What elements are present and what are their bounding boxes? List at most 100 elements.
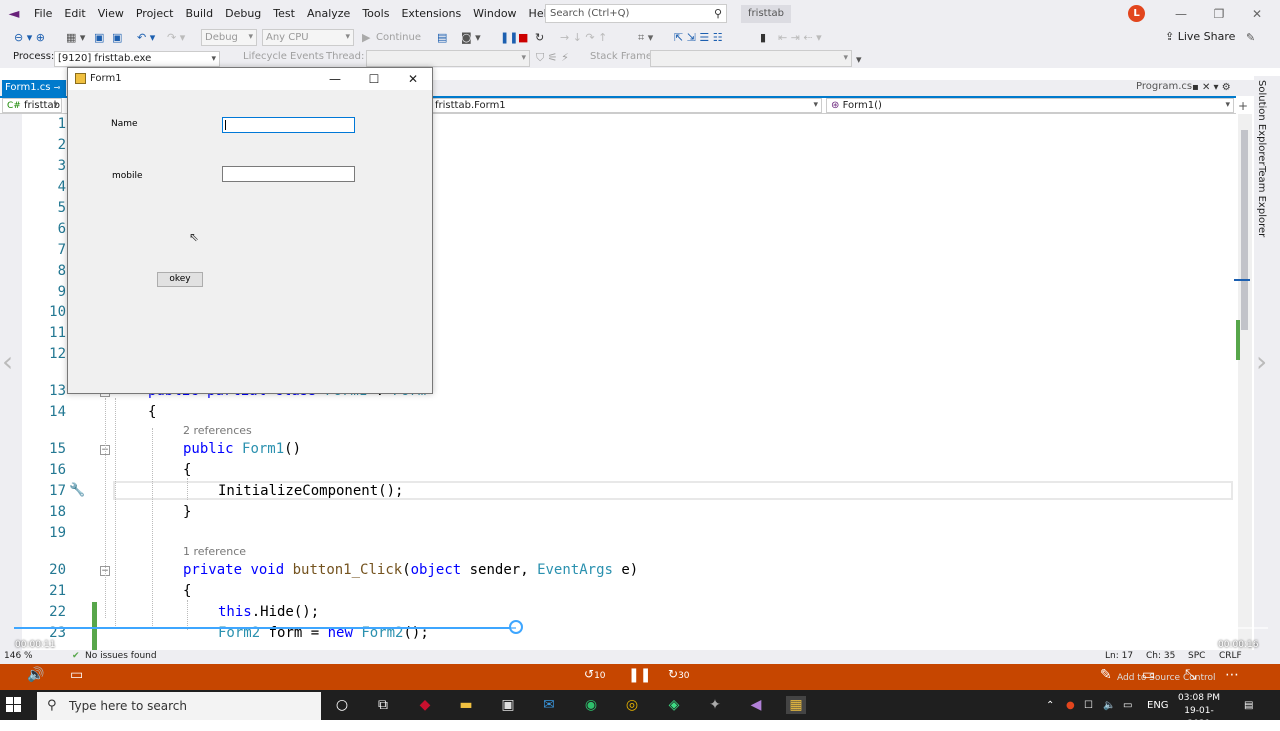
- platform-combo[interactable]: Any CPU: [262, 29, 354, 46]
- redo-icon[interactable]: ↷ ▾: [167, 30, 185, 46]
- language-indicator[interactable]: ENG: [1147, 700, 1169, 711]
- menu-build[interactable]: Build: [179, 0, 219, 28]
- more-options-icon[interactable]: ⋯: [1225, 667, 1239, 683]
- stop-icon[interactable]: ■: [518, 30, 528, 46]
- tab-controls[interactable]: ▪ ✕ ▾ ⚙: [1192, 80, 1231, 96]
- menu-file[interactable]: File: [28, 0, 58, 28]
- video-progress-played[interactable]: [14, 627, 516, 629]
- class-combo[interactable]: fristtab.Form1: [430, 98, 822, 113]
- line-ending[interactable]: CRLF: [1219, 651, 1242, 661]
- pause-video-icon[interactable]: ❚❚: [628, 667, 651, 683]
- menu-debug[interactable]: Debug: [219, 0, 267, 28]
- tab-form1-cs[interactable]: Form1.cs ⊸: [2, 80, 66, 96]
- mcafee-icon[interactable]: ◆: [415, 696, 435, 714]
- continue-icon[interactable]: ▶: [362, 30, 370, 46]
- team-explorer-tab[interactable]: Team Explorer: [1256, 166, 1267, 237]
- menu-project[interactable]: Project: [130, 0, 180, 28]
- zoom-level[interactable]: 146 %: [4, 651, 33, 661]
- visual-studio-taskbar-icon[interactable]: ◀: [746, 696, 766, 714]
- spacing-mode[interactable]: SPC: [1188, 651, 1205, 661]
- undo-icon[interactable]: ↶ ▾: [137, 30, 155, 46]
- form1-title-bar[interactable]: Form1 — ☐ ✕: [68, 68, 432, 90]
- video-next-arrow-icon[interactable]: ›: [1256, 345, 1267, 378]
- video-progress-remaining[interactable]: [516, 627, 1268, 629]
- scrollbar-thumb[interactable]: [1241, 130, 1248, 330]
- split-icon[interactable]: +: [1238, 98, 1248, 114]
- tab-program-cs[interactable]: Program.cs: [1136, 81, 1192, 92]
- codelens-references[interactable]: 1 reference: [183, 545, 246, 558]
- battery-icon[interactable]: ▭: [1123, 700, 1132, 711]
- menu-window[interactable]: Window: [467, 0, 522, 28]
- cast-icon[interactable]: ▭: [1142, 667, 1155, 683]
- mail-icon[interactable]: ✉: [539, 696, 559, 714]
- configuration-combo[interactable]: Debug: [201, 29, 257, 46]
- menu-view[interactable]: View: [92, 0, 130, 28]
- edge-icon[interactable]: ◉: [581, 696, 601, 714]
- member-combo[interactable]: ⊛ Form1(): [826, 98, 1234, 113]
- taskbar-search-input[interactable]: ⚲ Type here to search: [37, 692, 321, 720]
- okey-button[interactable]: okey: [157, 272, 203, 287]
- menu-test[interactable]: Test: [267, 0, 301, 28]
- record-icon[interactable]: ●: [1066, 700, 1075, 711]
- speaker-icon[interactable]: 🔈: [1103, 700, 1115, 711]
- forward-button[interactable]: ↻30: [668, 667, 690, 681]
- windows-start-icon[interactable]: [6, 697, 22, 713]
- codelens-references[interactable]: 2 references: [183, 424, 252, 437]
- menu-edit[interactable]: Edit: [58, 0, 91, 28]
- process-combo[interactable]: [9120] fristtab.exe: [54, 51, 220, 67]
- browser-icon[interactable]: ▤: [437, 30, 447, 46]
- video-prev-arrow-icon[interactable]: ‹: [2, 345, 13, 378]
- bookmark-icon[interactable]: ▮: [760, 30, 766, 46]
- android-studio-icon[interactable]: ◈: [664, 696, 684, 714]
- name-input[interactable]: [222, 117, 355, 133]
- tray-chevron-icon[interactable]: ⌃: [1046, 700, 1054, 711]
- save-icon[interactable]: ▣: [94, 30, 104, 46]
- task-view-icon[interactable]: ⧉: [373, 696, 393, 714]
- back-icon[interactable]: ⊖ ▾ ⊕: [14, 30, 45, 46]
- app-icon[interactable]: ✦: [705, 696, 725, 714]
- form-close-icon[interactable]: ✕: [403, 71, 423, 87]
- save-all-icon[interactable]: ▣: [112, 30, 122, 46]
- form-app-taskbar-icon[interactable]: ▦: [786, 696, 806, 714]
- layout-icons[interactable]: ⇱ ⇲ ☰ ☷: [674, 30, 723, 46]
- new-project-icon[interactable]: ▦ ▾: [66, 30, 85, 46]
- network-icon[interactable]: ☐: [1084, 700, 1093, 711]
- solution-explorer-tab[interactable]: Solution Explorer: [1256, 80, 1267, 166]
- camera-icon[interactable]: ◙ ▾: [461, 30, 481, 46]
- form-maximize-icon[interactable]: ☐: [364, 71, 384, 87]
- lifecycle-events-menu[interactable]: Lifecycle Events: [243, 51, 324, 62]
- filter-icons[interactable]: ⛉ ⚟ ⚡: [536, 50, 569, 66]
- edit-pen-icon[interactable]: ✎: [1100, 667, 1112, 683]
- menu-tools[interactable]: Tools: [356, 0, 395, 28]
- restart-icon[interactable]: ↻: [535, 30, 544, 46]
- live-share-button[interactable]: ⇪ Live Share: [1165, 30, 1235, 43]
- cortana-icon[interactable]: ○: [332, 696, 352, 714]
- hex-icon[interactable]: ⌗ ▾: [638, 30, 653, 46]
- mobile-input[interactable]: [222, 166, 355, 182]
- search-input[interactable]: Search (Ctrl+Q) ⚲: [545, 4, 727, 23]
- menu-extensions[interactable]: Extensions: [395, 0, 467, 28]
- visual-studio-logo-icon[interactable]: ◄: [0, 0, 28, 28]
- notification-icon[interactable]: ▤: [1244, 700, 1253, 711]
- project-combo[interactable]: C# fristtab: [2, 98, 62, 113]
- restore-icon[interactable]: ❐: [1211, 6, 1227, 22]
- stack-frame-combo[interactable]: [650, 50, 852, 67]
- video-seek-handle[interactable]: [509, 620, 523, 634]
- volume-icon[interactable]: 🔊: [27, 667, 44, 683]
- pause-icon[interactable]: ❚❚: [500, 30, 518, 46]
- menu-analyze[interactable]: Analyze: [301, 0, 356, 28]
- chrome-icon[interactable]: ◎: [622, 696, 642, 714]
- store-icon[interactable]: ▣: [498, 696, 518, 714]
- avatar[interactable]: L: [1128, 5, 1145, 22]
- issues-status[interactable]: No issues found: [85, 651, 157, 661]
- close-icon[interactable]: ✕: [1249, 6, 1265, 22]
- form-minimize-icon[interactable]: —: [325, 71, 345, 87]
- step-icons[interactable]: → ↓ ↷ ↑: [560, 30, 607, 46]
- captions-icon[interactable]: ▭: [70, 667, 83, 683]
- taskbar-clock[interactable]: 03:08 PM 19-01-2021: [1174, 692, 1224, 731]
- minimize-icon[interactable]: —: [1173, 6, 1189, 22]
- toolbar-overflow-icon[interactable]: ▾: [856, 52, 862, 68]
- bookmark-nav-icons[interactable]: ⇤ ⇥ ⇠ ▾: [778, 30, 822, 46]
- file-explorer-icon[interactable]: ▬: [456, 696, 476, 714]
- pin-icon[interactable]: ⊸: [54, 83, 61, 92]
